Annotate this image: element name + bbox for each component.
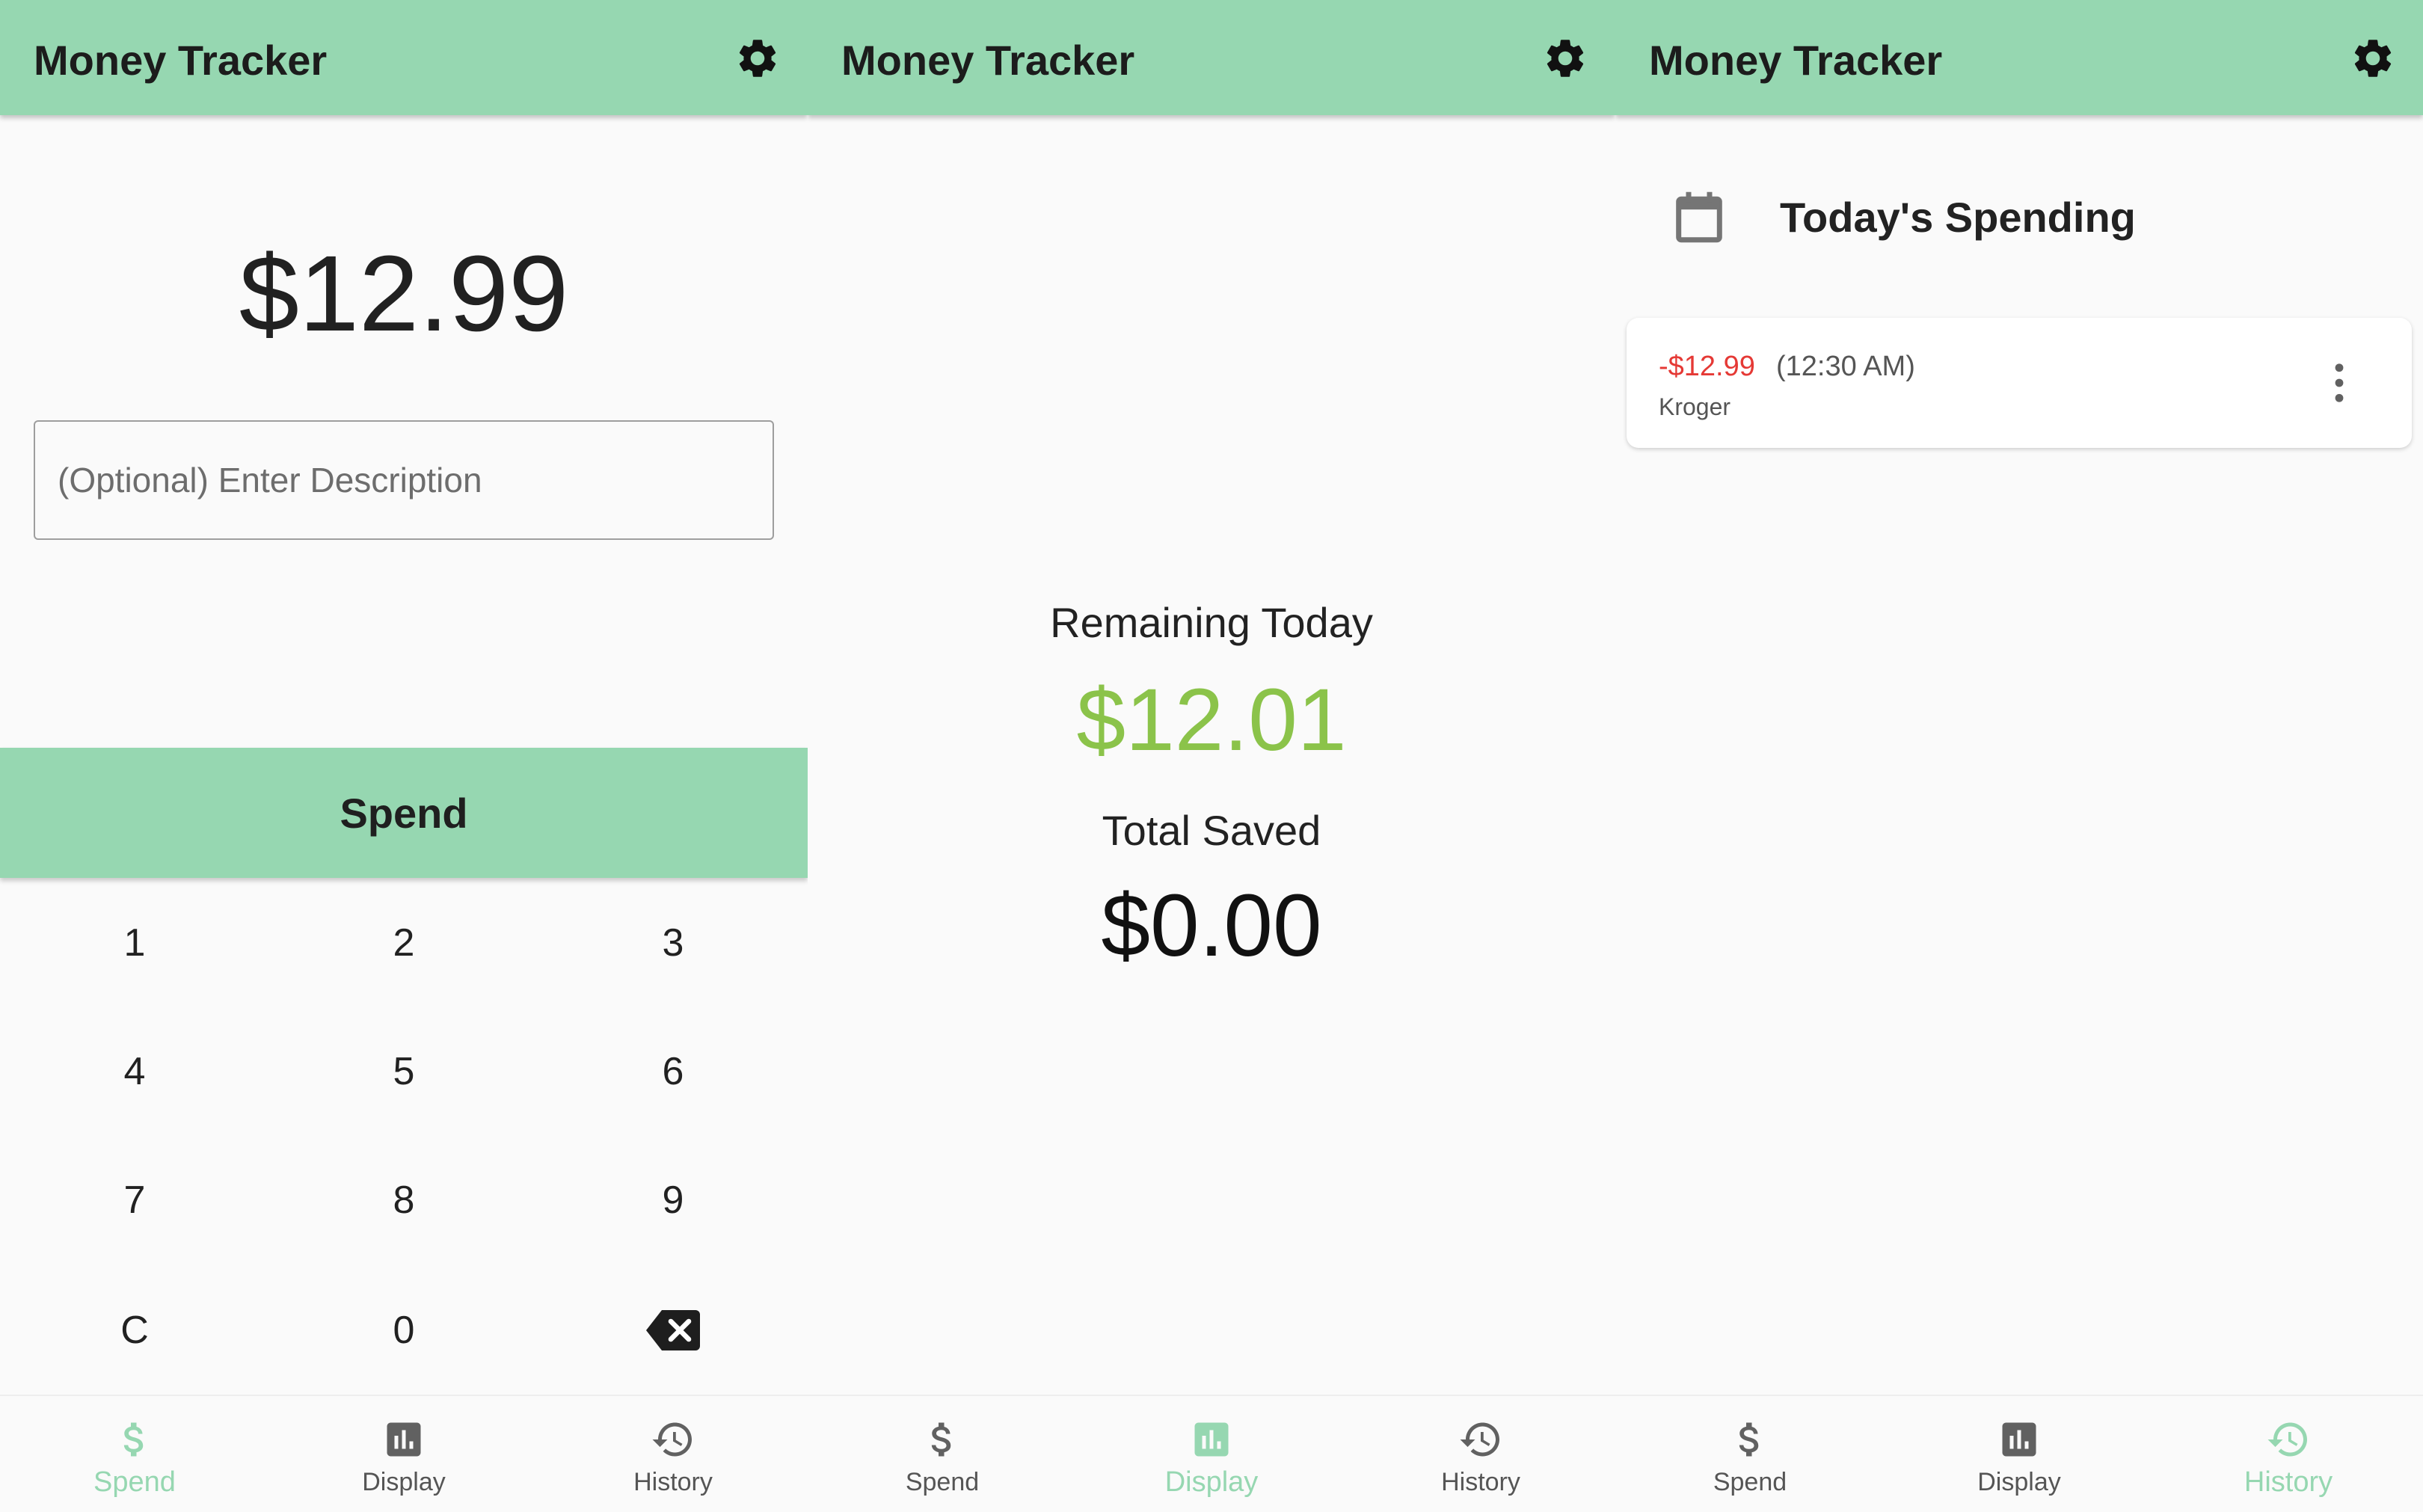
nav-spend-label: Spend — [93, 1466, 176, 1498]
key-7[interactable]: 7 — [0, 1136, 269, 1264]
remaining-today-value: $12.01 — [1076, 671, 1347, 769]
key-backspace[interactable] — [538, 1266, 808, 1395]
bottom-nav: Spend Display History — [0, 1395, 808, 1512]
nav-display[interactable]: Display — [1077, 1396, 1346, 1512]
key-4[interactable]: 4 — [0, 1007, 269, 1136]
todays-spending-heading: Today's Spending — [1780, 194, 2136, 241]
nav-spend-label: Spend — [1713, 1468, 1787, 1496]
display-screen: Money Tracker Remaining Today $12.01 Tot… — [808, 0, 1615, 1512]
bottom-nav: Spend Display History — [1615, 1395, 2423, 1512]
dollar-icon — [112, 1417, 157, 1462]
backspace-icon — [646, 1310, 700, 1350]
total-saved-value: $0.00 — [1101, 876, 1322, 975]
app-title: Money Tracker — [841, 37, 1135, 84]
spend-button[interactable]: Spend — [0, 748, 808, 878]
app-title: Money Tracker — [1649, 37, 1943, 84]
nav-display-label: Display — [362, 1468, 446, 1496]
bottom-nav: Spend Display History — [808, 1395, 1615, 1512]
settings-gear-icon[interactable] — [734, 35, 781, 82]
dollar-icon — [1728, 1417, 1772, 1462]
nav-spend[interactable]: Spend — [0, 1396, 269, 1512]
nav-history-label: History — [2244, 1466, 2333, 1498]
nav-spend-label: Spend — [905, 1468, 980, 1496]
entry-amount: -$12.99 — [1659, 351, 1755, 382]
bar-chart-icon — [381, 1417, 426, 1462]
key-6[interactable]: 6 — [538, 1007, 808, 1136]
nav-history-label: History — [633, 1468, 713, 1496]
key-0[interactable]: 0 — [269, 1266, 538, 1395]
history-icon — [651, 1417, 695, 1462]
nav-history[interactable]: History — [1346, 1396, 1615, 1512]
nav-spend[interactable]: Spend — [1615, 1396, 1885, 1512]
history-icon — [2266, 1417, 2311, 1462]
description-input[interactable] — [34, 420, 774, 540]
key-9[interactable]: 9 — [538, 1136, 808, 1264]
settings-gear-icon[interactable] — [1542, 35, 1588, 82]
app-bar: Money Tracker — [1615, 0, 2423, 115]
nav-display[interactable]: Display — [1885, 1396, 2154, 1512]
app-bar: Money Tracker — [0, 0, 808, 115]
key-8[interactable]: 8 — [269, 1136, 538, 1264]
nav-history[interactable]: History — [538, 1396, 808, 1512]
key-5[interactable]: 5 — [269, 1007, 538, 1136]
settings-gear-icon[interactable] — [2350, 35, 2396, 82]
nav-history[interactable]: History — [2154, 1396, 2423, 1512]
spending-entry-card[interactable]: -$12.99 (12:30 AM) Kroger — [1627, 318, 2412, 448]
nav-spend[interactable]: Spend — [808, 1396, 1077, 1512]
key-2[interactable]: 2 — [269, 879, 538, 1007]
amount-display: $12.99 — [239, 233, 569, 354]
remaining-today-label: Remaining Today — [1050, 599, 1373, 646]
spend-screen: Money Tracker $12.99 Spend 1 2 3 4 5 6 7… — [0, 0, 808, 1512]
calendar-icon — [1676, 191, 1722, 243]
bar-chart-icon — [1189, 1417, 1234, 1462]
history-icon — [1458, 1417, 1503, 1462]
key-3[interactable]: 3 — [538, 879, 808, 1007]
keypad: 1 2 3 4 5 6 7 8 9 C 0 — [0, 879, 808, 1395]
nav-display[interactable]: Display — [269, 1396, 538, 1512]
nav-display-label: Display — [1164, 1466, 1259, 1498]
history-screen: Money Tracker Today's Spending -$12.99 (… — [1615, 0, 2423, 1512]
dollar-icon — [920, 1417, 965, 1462]
nav-display-label: Display — [1977, 1468, 2061, 1496]
entry-description: Kroger — [1659, 393, 1731, 420]
key-clear[interactable]: C — [0, 1266, 269, 1395]
total-saved-label: Total Saved — [1102, 807, 1321, 854]
bar-chart-icon — [1997, 1417, 2042, 1462]
key-1[interactable]: 1 — [0, 879, 269, 1007]
entry-time: (12:30 AM) — [1776, 351, 1915, 382]
app-bar: Money Tracker — [808, 0, 1615, 115]
more-vert-icon[interactable] — [2334, 363, 2344, 403]
nav-history-label: History — [1441, 1468, 1520, 1496]
app-title: Money Tracker — [34, 37, 328, 84]
